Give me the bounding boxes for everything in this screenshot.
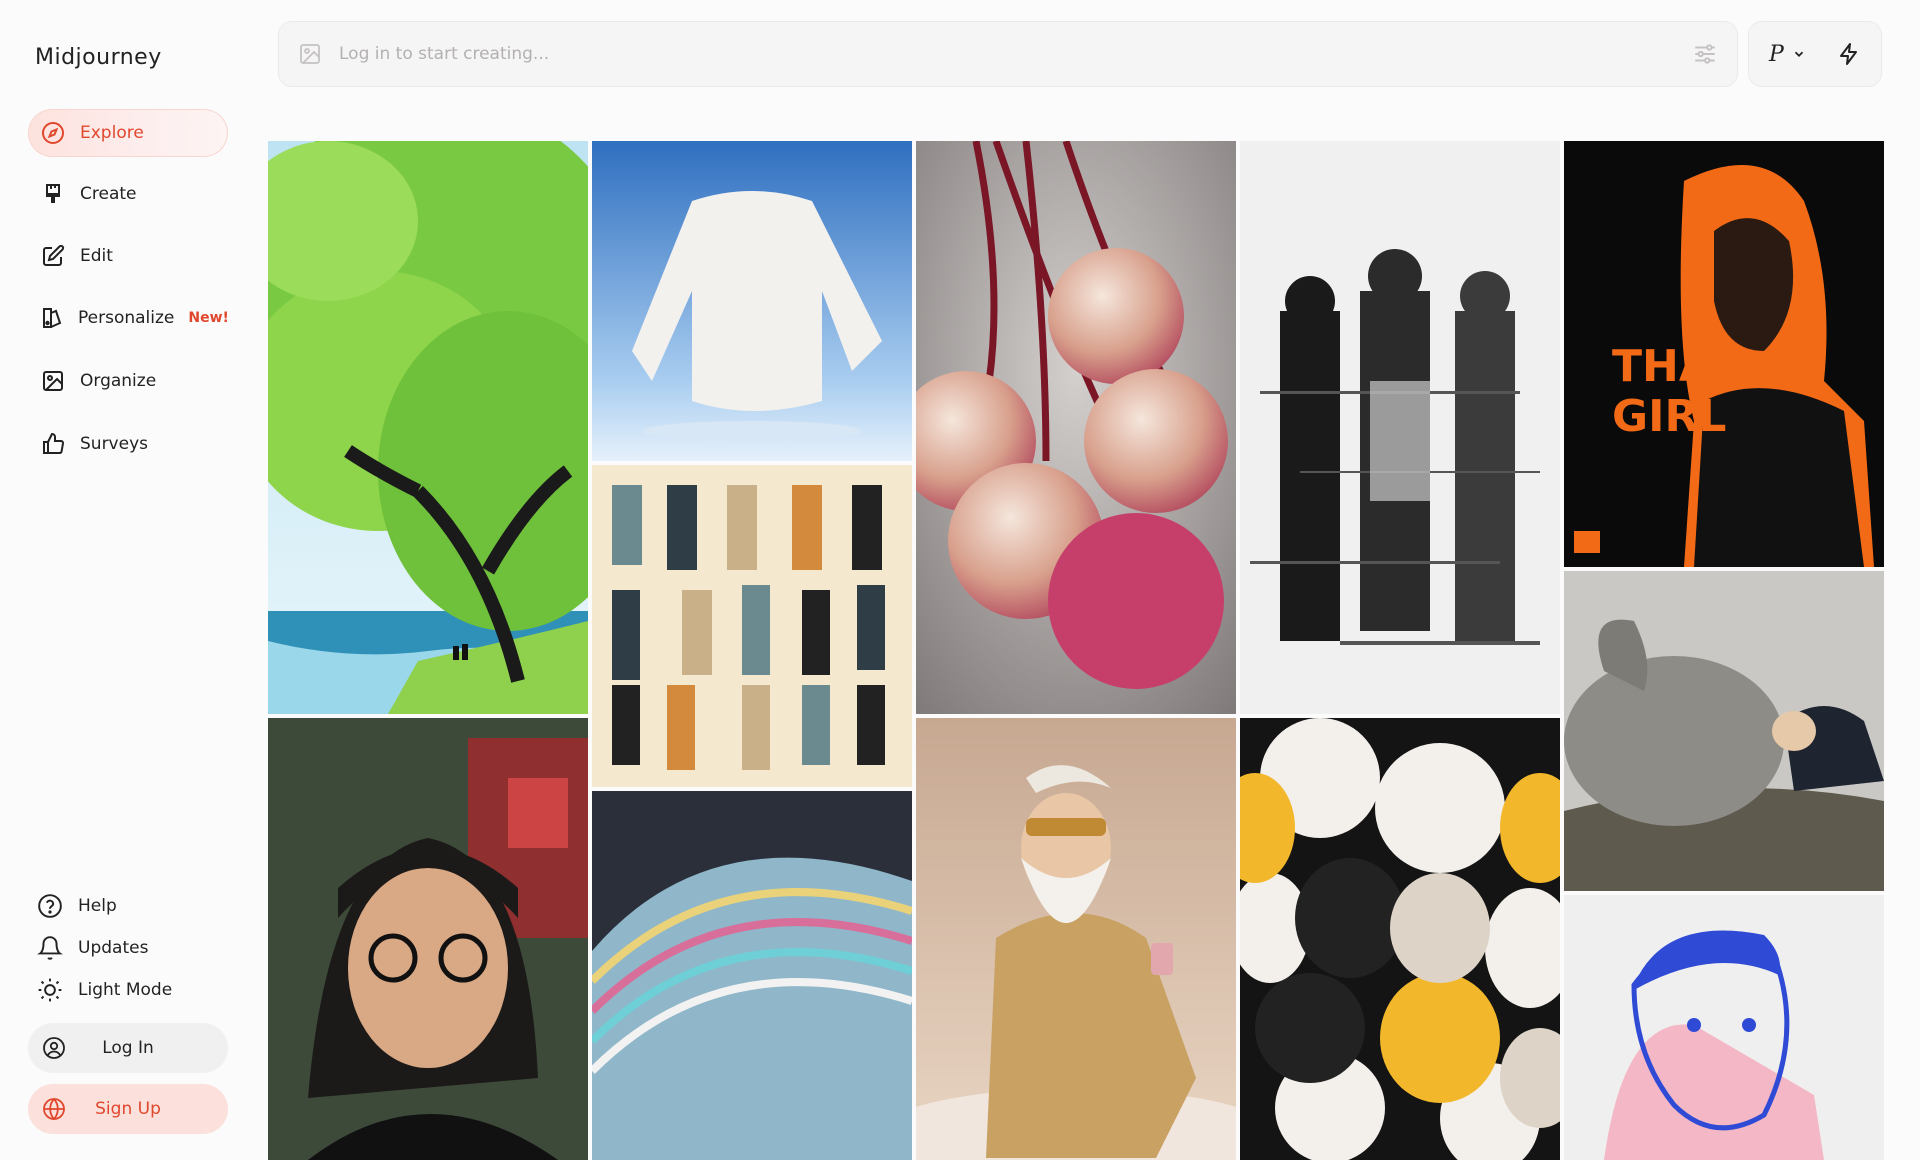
login-label: Log In (102, 1038, 154, 1058)
help-label: Help (78, 896, 117, 916)
mode-selector: P (1748, 21, 1882, 87)
user-circle-icon (40, 1034, 68, 1062)
light-mode-toggle[interactable]: Light Mode (36, 975, 172, 1005)
signup-button[interactable]: Sign Up (28, 1084, 228, 1134)
login-button[interactable]: Log In (28, 1023, 228, 1073)
gallery-image-iridescent-shell[interactable] (592, 791, 912, 1160)
nav-edit-label: Edit (80, 246, 113, 266)
compass-icon (40, 120, 66, 146)
nav-personalize[interactable]: Personalize New! (28, 294, 229, 342)
thumbs-up-icon (40, 431, 66, 457)
settings-sliders-icon[interactable] (1691, 40, 1719, 68)
personalization-mode-button[interactable]: P (1769, 42, 1784, 67)
gallery-image-victorian-fashion[interactable] (592, 465, 912, 787)
nav-personalize-label: Personalize (78, 308, 175, 328)
lightning-icon[interactable] (1837, 42, 1861, 66)
light-mode-label: Light Mode (78, 980, 173, 1000)
updates-link[interactable]: Updates (36, 933, 148, 963)
gallery-image-girl-glasses[interactable] (268, 718, 588, 1160)
help-link[interactable]: Help (36, 891, 117, 921)
nav-explore[interactable]: Explore (28, 109, 228, 157)
poster-text-that: THAT (1612, 341, 1740, 392)
explore-gallery: THAT GIRL (268, 141, 1892, 1160)
personalize-icon (40, 305, 64, 331)
new-badge: New! (188, 310, 229, 326)
prompt-bar (278, 21, 1738, 87)
sidebar: Midjourney Explore Create Edit Personali… (0, 0, 260, 1160)
nav-organize-label: Organize (80, 371, 157, 391)
nav-create[interactable]: Create (28, 170, 228, 218)
signup-label: Sign Up (95, 1099, 161, 1119)
gallery-image-tree-lake[interactable] (268, 141, 588, 714)
sun-icon (36, 976, 64, 1004)
chevron-down-icon[interactable] (1792, 47, 1806, 61)
gallery-image-that-girl-poster[interactable]: THAT GIRL (1564, 141, 1884, 567)
updates-label: Updates (78, 938, 149, 958)
nav-create-label: Create (80, 184, 137, 204)
globe-icon (40, 1095, 68, 1123)
bell-icon (36, 934, 64, 962)
gallery-image-glass-cherries[interactable] (916, 141, 1236, 714)
app-logo[interactable]: Midjourney (35, 45, 162, 70)
prompt-input[interactable] (339, 44, 1691, 64)
gallery-image-golden-santa[interactable] (916, 718, 1236, 1160)
image-upload-icon[interactable] (297, 41, 323, 67)
poster-text-girl: GIRL (1612, 391, 1726, 442)
brush-icon (40, 181, 66, 207)
nav-surveys[interactable]: Surveys (28, 420, 228, 468)
gallery-image-sweater[interactable] (592, 141, 912, 461)
nav-explore-label: Explore (80, 123, 144, 143)
nav-organize[interactable]: Organize (28, 357, 228, 405)
nav-edit[interactable]: Edit (28, 232, 228, 280)
help-icon (36, 892, 64, 920)
gallery-image-glitch-men[interactable] (1240, 141, 1560, 714)
gallery-image-pencil-portrait[interactable] (1564, 895, 1884, 1160)
image-icon (40, 368, 66, 394)
gallery-image-cute-cats[interactable] (1240, 718, 1560, 1160)
gallery-image-giant-rabbit[interactable] (1564, 571, 1884, 891)
nav-surveys-label: Surveys (80, 434, 148, 454)
edit-icon (40, 243, 66, 269)
